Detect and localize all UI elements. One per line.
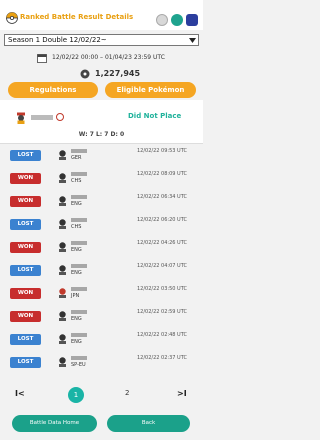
opponent-name-redacted xyxy=(71,149,87,153)
pokeball-icon xyxy=(6,12,18,24)
last-page-button[interactable]: >I xyxy=(177,389,187,398)
opponent-name-redacted xyxy=(71,356,87,360)
battle-row[interactable]: LOST CHS 12/02/22 06:20 UTC xyxy=(0,213,203,237)
opponent-name-redacted xyxy=(71,333,87,337)
opponent-avatar-icon xyxy=(59,242,66,252)
opponent-avatar-icon xyxy=(59,196,66,206)
regulations-button[interactable]: Regulations xyxy=(8,82,98,98)
opponent-country: ENG xyxy=(71,247,82,253)
battle-time: 12/02/22 04:26 UTC xyxy=(137,240,187,246)
opponent-country: ENG xyxy=(71,316,82,322)
opponent-avatar-icon xyxy=(59,150,66,160)
back-button[interactable]: Back xyxy=(107,415,190,432)
battle-time: 12/02/22 06:20 UTC xyxy=(137,217,187,223)
app-header: Ranked Battle Result Details xyxy=(0,0,203,30)
battle-time: 12/02/22 09:53 UTC xyxy=(137,148,187,154)
battle-row[interactable]: WON CHS 12/02/22 08:09 UTC xyxy=(0,167,203,191)
date-range-row: 12/02/22 00:00 – 01/04/23 23:59 UTC xyxy=(0,52,203,64)
opponent-country: CHS xyxy=(71,178,82,184)
result-badge: WON xyxy=(10,288,41,299)
opponent-avatar-icon xyxy=(59,311,66,321)
ball-icon xyxy=(56,113,64,121)
calendar-icon xyxy=(37,54,47,63)
battle-time: 12/02/22 02:48 UTC xyxy=(137,332,187,338)
first-page-button[interactable]: I< xyxy=(15,389,25,398)
win-loss-record: W: 7 L: 7 D: 0 xyxy=(78,131,125,138)
battle-row[interactable]: WON ENG 12/02/22 04:26 UTC xyxy=(0,236,203,260)
battle-data-home-button[interactable]: Battle Data Home xyxy=(12,415,97,432)
page-title: Ranked Battle Result Details xyxy=(20,13,134,21)
opponent-name-redacted xyxy=(71,241,87,245)
opponent-avatar-icon xyxy=(59,265,66,275)
opponent-name-redacted xyxy=(71,218,87,222)
season-select-value: Season 1 Double 12/02/22~ xyxy=(8,36,107,44)
battle-row[interactable]: WON ENG 12/02/22 06:34 UTC xyxy=(0,190,203,214)
opponent-country: ENG xyxy=(71,201,82,207)
result-badge: LOST xyxy=(10,150,41,161)
score-value: 1,227,945 xyxy=(95,69,141,78)
player-name-redacted xyxy=(31,115,53,120)
result-badge: WON xyxy=(10,196,41,207)
page-2-button[interactable]: 2 xyxy=(125,389,129,397)
settings-icon[interactable] xyxy=(156,14,168,26)
date-range: 12/02/22 00:00 – 01/04/23 23:59 UTC xyxy=(52,54,165,61)
battle-row[interactable]: LOST ENG 12/02/22 04:07 UTC xyxy=(0,259,203,283)
result-badge: WON xyxy=(10,242,41,253)
battle-time: 12/02/22 08:09 UTC xyxy=(137,171,187,177)
result-badge: LOST xyxy=(10,357,41,368)
opponent-country: JPN xyxy=(71,293,80,299)
result-badge: LOST xyxy=(10,265,41,276)
eligible-pokemon-button[interactable]: Eligible Pokémon xyxy=(105,82,196,98)
opponent-name-redacted xyxy=(71,195,87,199)
result-badge: WON xyxy=(10,311,41,322)
battle-time: 12/02/22 02:37 UTC xyxy=(137,355,187,361)
battle-list: LOST GER 12/02/22 09:53 UTC WON CHS 12/0… xyxy=(0,144,203,374)
page-1-button[interactable]: 1 xyxy=(68,387,84,403)
opponent-avatar-icon xyxy=(59,357,66,367)
result-badge: LOST xyxy=(10,219,41,230)
battle-time: 12/02/22 03:50 UTC xyxy=(137,286,187,292)
battle-row[interactable]: LOST GER 12/02/22 09:53 UTC xyxy=(0,144,203,168)
score-icon xyxy=(80,69,90,79)
opponent-name-redacted xyxy=(71,287,87,291)
opponent-country: ENG xyxy=(71,339,82,345)
battle-time: 12/02/22 06:34 UTC xyxy=(137,194,187,200)
opponent-avatar-icon xyxy=(59,334,66,344)
opponent-avatar-icon xyxy=(59,288,66,298)
opponent-name-redacted xyxy=(71,310,87,314)
battle-row[interactable]: LOST ENG 12/02/22 02:48 UTC xyxy=(0,328,203,352)
pagination: I< 1 2 >I xyxy=(0,385,203,405)
opponent-country: ENG xyxy=(71,270,82,276)
result-badge: LOST xyxy=(10,334,41,345)
battle-row[interactable]: LOST SP-EU 12/02/22 02:37 UTC xyxy=(0,351,203,375)
result-badge: WON xyxy=(10,173,41,184)
placement-status: Did Not Place xyxy=(128,112,182,120)
opponent-avatar-icon xyxy=(59,219,66,229)
season-select[interactable]: Season 1 Double 12/02/22~ xyxy=(4,34,199,46)
trainer-avatar-icon xyxy=(17,112,25,124)
battle-time: 12/02/22 02:59 UTC xyxy=(137,309,187,315)
opponent-country: GER xyxy=(71,155,82,161)
battle-row[interactable]: WON ENG 12/02/22 02:59 UTC xyxy=(0,305,203,329)
opponent-name-redacted xyxy=(71,264,87,268)
opponent-avatar-icon xyxy=(59,173,66,183)
opponent-country: SP-EU xyxy=(71,362,86,368)
chevron-down-icon xyxy=(189,38,196,43)
opponent-name-redacted xyxy=(71,172,87,176)
menu-icon[interactable] xyxy=(186,14,198,26)
opponent-country: CHS xyxy=(71,224,82,230)
player-summary: Did Not Place W: 7 L: 7 D: 0 xyxy=(0,100,203,144)
battle-time: 12/02/22 04:07 UTC xyxy=(137,263,187,269)
battle-row[interactable]: WON JPN 12/02/22 03:50 UTC xyxy=(0,282,203,306)
score-row: 1,227,945 xyxy=(0,67,203,81)
profile-icon[interactable] xyxy=(171,14,183,26)
